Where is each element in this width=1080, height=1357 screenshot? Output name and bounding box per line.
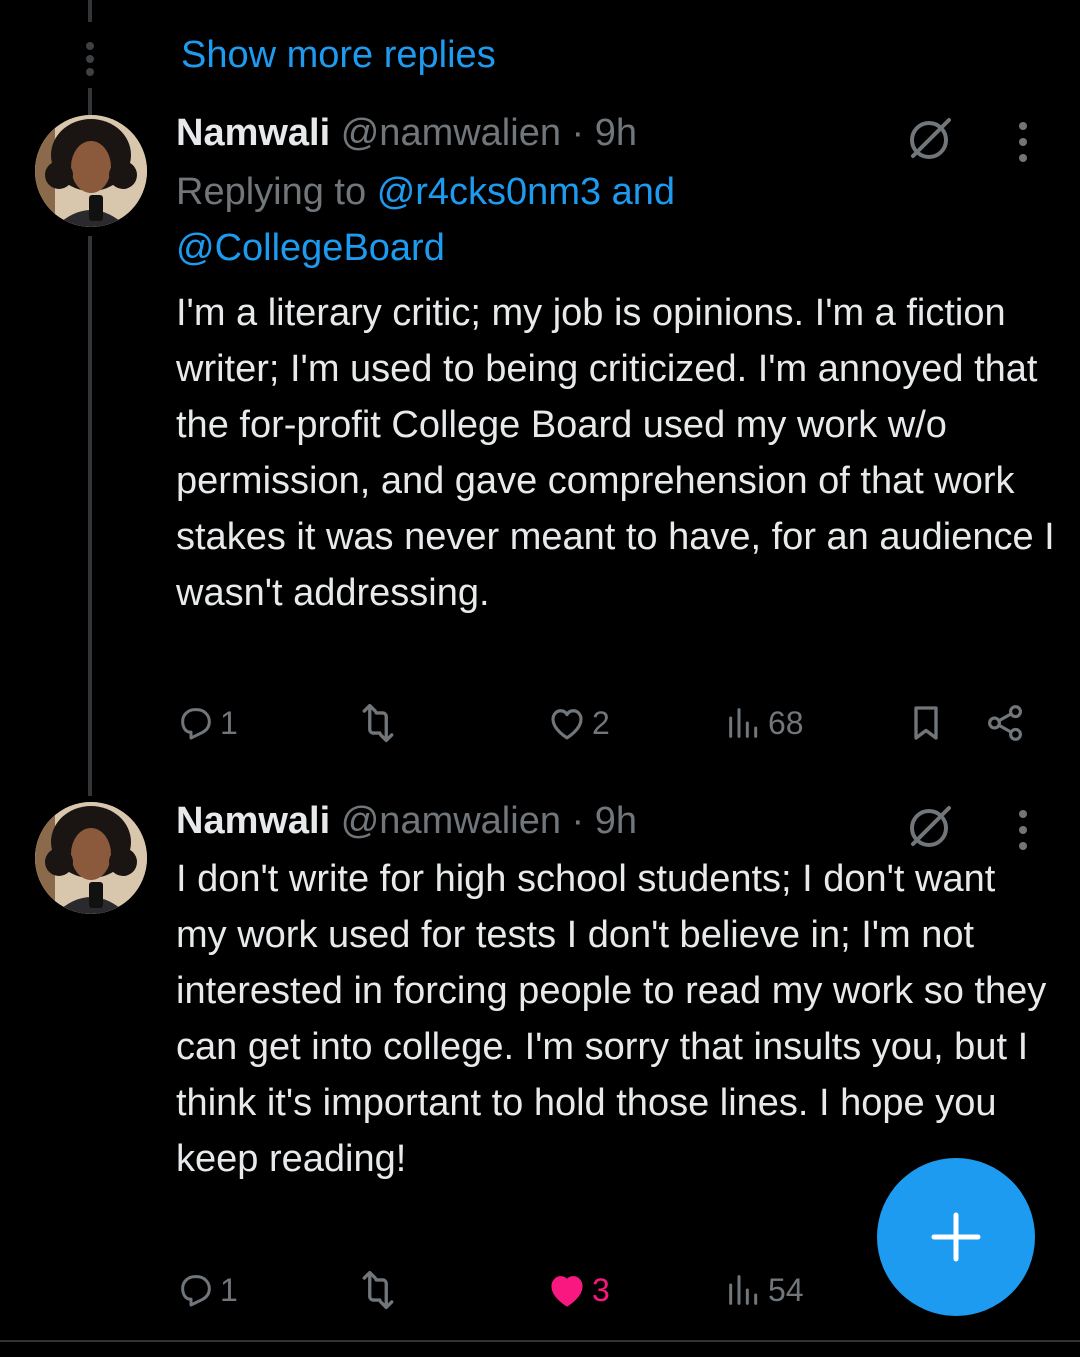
share-button[interactable]	[984, 698, 1026, 748]
thread-dots	[84, 42, 96, 81]
reply-count: 1	[220, 1271, 238, 1308]
views-button[interactable]: 54	[724, 1265, 804, 1315]
thread-line-mid	[88, 88, 92, 116]
retweet-icon	[362, 1270, 394, 1310]
author-handle[interactable]: @namwalien	[341, 800, 561, 842]
heart-icon	[551, 1276, 583, 1307]
tweet-time[interactable]: · 9h	[572, 112, 637, 154]
author-handle[interactable]: @namwalien	[341, 112, 561, 154]
compose-button[interactable]	[877, 1158, 1035, 1316]
grok-icon[interactable]	[905, 800, 957, 852]
reply-count: 1	[220, 704, 238, 741]
retweet-icon	[362, 703, 394, 743]
thread-line-tweet1	[88, 236, 92, 796]
author-name[interactable]: Namwali	[176, 800, 330, 842]
grok-icon[interactable]	[905, 112, 957, 164]
like-button[interactable]: 2	[546, 698, 610, 748]
replying-to-label: Replying to	[176, 171, 367, 213]
heart-icon	[551, 709, 583, 740]
more-icon[interactable]	[1017, 122, 1029, 162]
share-icon	[988, 705, 1022, 741]
thread-line-top	[88, 0, 92, 22]
views-icon	[729, 1275, 758, 1305]
reply-button[interactable]: 1	[176, 1265, 238, 1315]
plus-icon	[931, 1212, 981, 1262]
like-count: 2	[592, 704, 610, 741]
views-icon	[729, 708, 758, 738]
mention-link[interactable]: @r4cks0nm3 and	[377, 171, 675, 213]
reply-icon	[181, 708, 211, 740]
like-button[interactable]: 3	[546, 1265, 610, 1315]
tweet-header: Namwali @namwalien · 9h	[176, 800, 637, 843]
replying-to: Replying to @r4cks0nm3 and @CollegeBoard	[176, 164, 675, 276]
divider	[0, 1340, 1080, 1342]
tweet-time[interactable]: · 9h	[572, 800, 637, 842]
retweet-button[interactable]	[356, 1265, 400, 1315]
tweet-actions: 1 2 68	[176, 698, 1036, 748]
tweet-text: I'm a literary critic; my job is opinion…	[176, 292, 1055, 614]
show-more-replies-link[interactable]: Show more replies	[181, 34, 496, 77]
tweet-text: I don't write for high school students; …	[176, 858, 1047, 1180]
more-icon[interactable]	[1017, 810, 1029, 850]
view-count: 54	[768, 1271, 804, 1308]
reply-button[interactable]: 1	[176, 698, 238, 748]
mention-link[interactable]: @CollegeBoard	[176, 227, 445, 269]
avatar[interactable]	[35, 115, 147, 227]
reply-icon	[181, 1275, 211, 1307]
bookmark-icon	[914, 706, 938, 740]
view-count: 68	[768, 704, 804, 741]
retweet-button[interactable]	[356, 698, 400, 748]
tweet-header: Namwali @namwalien · 9h	[176, 112, 637, 155]
author-name[interactable]: Namwali	[176, 112, 330, 154]
views-button[interactable]: 68	[724, 698, 804, 748]
bookmark-button[interactable]	[906, 698, 946, 748]
avatar[interactable]	[35, 802, 147, 914]
like-count: 3	[592, 1271, 610, 1308]
